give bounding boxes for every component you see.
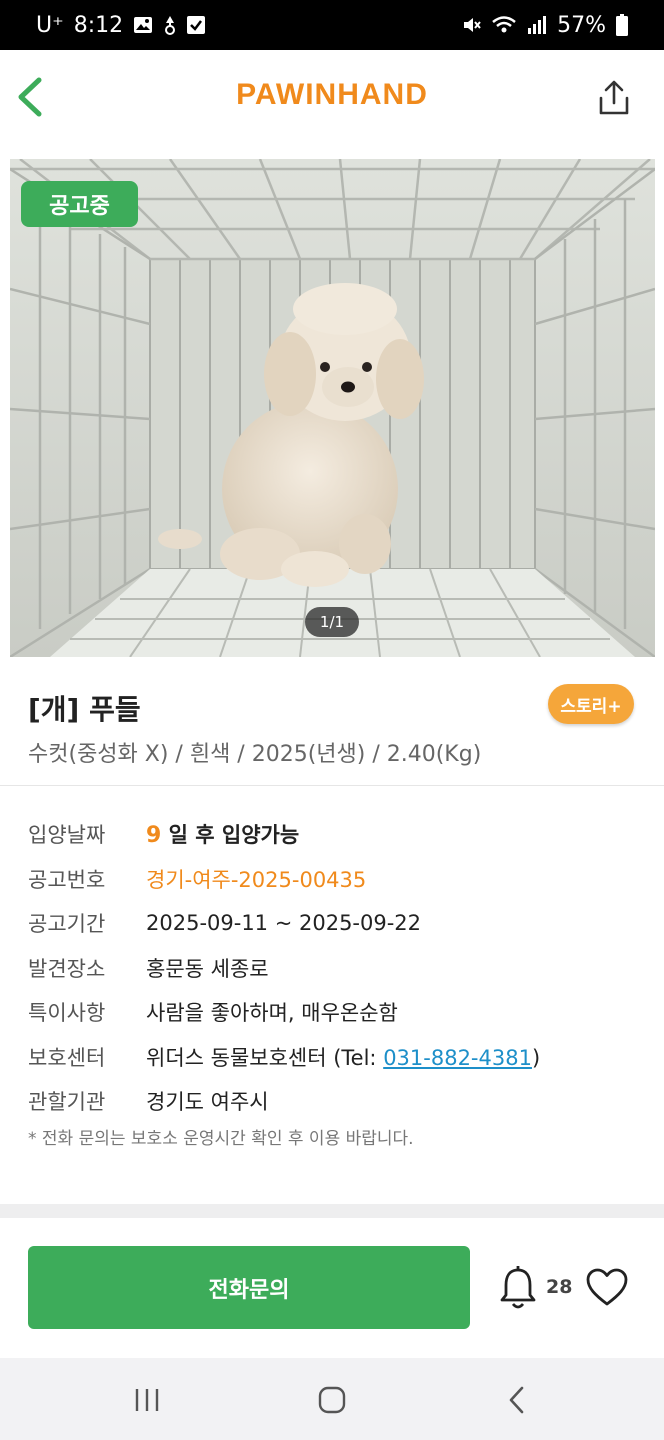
adoption-suffix: 일 후 입양가능	[168, 823, 300, 848]
detail-label: 공고번호	[28, 867, 106, 892]
data-saver-icon	[163, 15, 177, 35]
detail-label: 관할기관	[28, 1090, 106, 1115]
detail-row-period: 공고기간 2025-09-11 ~ 2025-09-22	[28, 901, 638, 946]
call-inquiry-button[interactable]: 전화문의	[28, 1246, 470, 1329]
detail-label: 공고기간	[28, 912, 106, 937]
share-icon	[599, 80, 629, 115]
special-note: 사람을 좋아하며, 매우온순함	[146, 1001, 398, 1026]
detail-row-adoption-date: 입양날짜 9 일 후 입양가능	[28, 812, 638, 857]
page-indicator: 1/1	[305, 607, 359, 637]
detail-row-special: 특이사항 사람을 좋아하며, 매우온순함	[28, 990, 638, 1035]
status-chip: 공고중	[21, 181, 138, 227]
nav-back-button[interactable]	[498, 1380, 538, 1420]
detail-row-agency: 관할기관 경기도 여주시	[28, 1079, 638, 1124]
pet-photo[interactable]: 공고중 1/1	[10, 159, 655, 657]
pet-summary: 수컷(중성화 X) / 흰색 / 2025(년생) / 2.40(Kg)	[28, 742, 482, 767]
signal-icon	[527, 15, 547, 35]
found-place: 홍문동 세종로	[146, 956, 269, 981]
mute-icon	[461, 15, 481, 35]
shelter-name: 위더스 동물보호센터 (Tel:	[146, 1045, 384, 1070]
gallery-icon	[133, 15, 153, 35]
home-button[interactable]	[312, 1380, 352, 1420]
status-time: 8:12	[73, 12, 124, 38]
detail-row-notice-no: 공고번호 경기-여주-2025-00435	[28, 857, 638, 902]
wifi-icon	[491, 15, 517, 35]
detail-label: 특이사항	[28, 1001, 106, 1026]
system-nav-bar	[0, 1358, 664, 1440]
shelter-tel-link[interactable]: 031-882-4381	[383, 1046, 532, 1070]
favorite-button[interactable]	[584, 1266, 630, 1308]
agency: 경기도 여주시	[146, 1090, 269, 1115]
pet-title-section: [개] 푸들 수컷(중성화 X) / 흰색 / 2025(년생) / 2.40(…	[0, 660, 664, 786]
action-bar: 전화문의 28	[0, 1218, 664, 1358]
notice-period: 2025-09-11 ~ 2025-09-22	[146, 911, 422, 936]
share-button[interactable]	[594, 76, 634, 120]
carrier-label: U⁺	[36, 12, 64, 38]
checkbox-icon	[187, 16, 206, 34]
section-divider	[0, 1204, 664, 1218]
shelter-close: )	[531, 1045, 541, 1070]
battery-level: 57%	[557, 12, 606, 38]
home-icon	[318, 1386, 346, 1414]
app-header: PAWINHAND	[0, 50, 664, 146]
bell-icon	[500, 1266, 536, 1309]
detail-row-found-place: 발견장소 홍문동 세종로	[28, 946, 638, 991]
alarm-button[interactable]	[496, 1264, 540, 1312]
phone-notice: * 전화 문의는 보호소 운영시간 확인 후 이용 바랍니다.	[28, 1129, 414, 1149]
battery-icon	[616, 14, 628, 36]
detail-label: 입양날짜	[28, 823, 106, 848]
recent-apps-button[interactable]	[127, 1380, 167, 1420]
detail-row-center: 보호센터 위더스 동물보호센터 (Tel: 031-882-4381)	[28, 1035, 638, 1080]
dog-in-cage-image	[10, 159, 655, 657]
heart-icon	[586, 1268, 628, 1306]
detail-value: 9 일 후 입양가능	[146, 819, 299, 849]
alarm-count: 28	[546, 1276, 573, 1298]
story-button[interactable]: 스토리+	[548, 684, 634, 724]
brand-logo: PAWINHAND	[236, 78, 428, 111]
nav-back-icon	[509, 1386, 524, 1414]
details-list: 입양날짜 9 일 후 입양가능 공고번호 경기-여주-2025-00435 공고…	[28, 812, 638, 1124]
adoption-days: 9	[146, 823, 162, 849]
shelter-info: 위더스 동물보호센터 (Tel: 031-882-4381)	[146, 1042, 540, 1072]
recent-apps-icon	[135, 1389, 159, 1411]
status-bar: U⁺ 8:12 57%	[0, 0, 664, 50]
pet-title: [개] 푸들	[28, 693, 141, 726]
detail-label: 발견장소	[28, 956, 106, 981]
detail-label: 보호센터	[28, 1045, 106, 1070]
notice-number: 경기-여주-2025-00435	[146, 867, 367, 892]
